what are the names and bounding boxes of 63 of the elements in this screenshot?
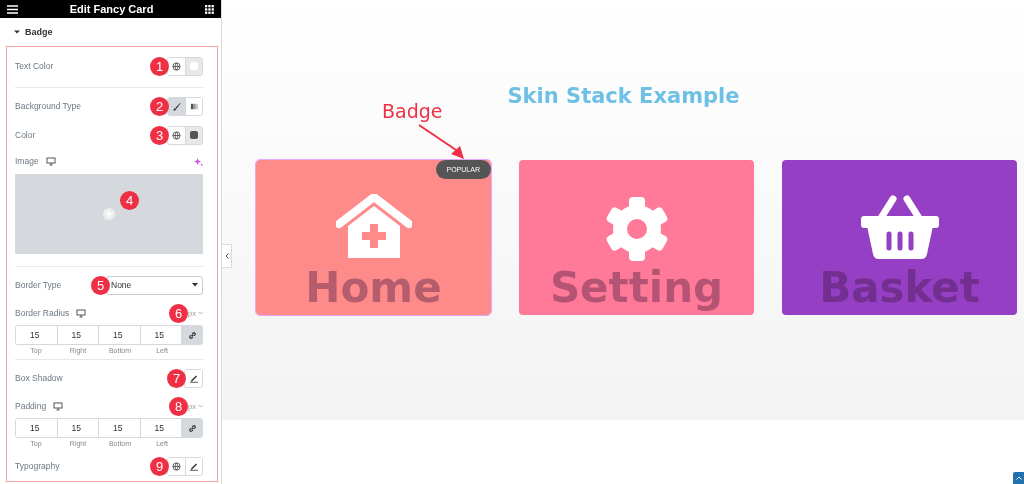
annotation-arrow — [418, 124, 466, 160]
page-heading: Skin Stack Example — [506, 84, 741, 108]
control-label: Image — [15, 156, 39, 166]
edit-button[interactable] — [185, 457, 202, 475]
globe-icon — [172, 130, 181, 140]
link-icon — [187, 423, 197, 433]
brush-icon — [172, 101, 181, 111]
control-label: Background Type — [15, 101, 81, 111]
globe-icon — [172, 461, 181, 471]
monitor-icon — [53, 401, 64, 411]
color-swatch[interactable] — [185, 57, 202, 75]
collapse-handle[interactable] — [222, 244, 232, 268]
control-label: Color — [15, 130, 36, 140]
panel-title: Edit Fancy Card — [69, 3, 154, 15]
monitor-icon — [45, 156, 56, 166]
callout-number: 7 — [167, 368, 186, 388]
control-label: Text Color — [15, 61, 54, 71]
gradient-option[interactable] — [185, 97, 202, 115]
select-field[interactable]: None — [106, 275, 203, 295]
caret-icon[interactable] — [14, 29, 20, 35]
card-title: Setting — [549, 267, 724, 309]
brush-option[interactable] — [168, 97, 185, 115]
edit-button[interactable] — [185, 369, 202, 387]
link-button[interactable] — [182, 419, 202, 437]
callout-number: 4 — [120, 191, 139, 210]
gradient-icon — [189, 101, 199, 111]
image-placeholder[interactable]: 4 — [15, 174, 203, 254]
caret-icon — [192, 283, 198, 287]
house-icon — [335, 194, 412, 260]
callout-number: 3 — [150, 125, 169, 145]
control-label: Box Shadow — [15, 373, 63, 383]
control-label: Padding — [15, 401, 47, 411]
basket-icon — [858, 194, 941, 260]
link-icon — [187, 330, 197, 340]
link-button[interactable] — [182, 326, 202, 344]
control-label: Border Type — [15, 280, 62, 290]
globe-icon — [172, 61, 181, 71]
callout-number: 9 — [150, 456, 169, 476]
callout-number: 2 — [150, 96, 169, 116]
pencil-icon — [189, 461, 199, 471]
color-swatch[interactable] — [185, 126, 202, 144]
annotation-label: Badge — [382, 100, 443, 122]
chevron-icon — [1016, 476, 1022, 480]
control-label: Typography — [15, 461, 60, 471]
callout-number: 1 — [150, 56, 169, 76]
chevron-icon — [198, 404, 203, 408]
number-field[interactable]: 15 — [16, 419, 58, 437]
chevron-icon — [224, 253, 229, 259]
card-title: Home — [305, 267, 442, 309]
chevron-icon — [198, 311, 203, 315]
pencil-icon — [188, 373, 199, 383]
menu-icon[interactable] — [7, 4, 18, 14]
number-field[interactable]: 15 — [16, 326, 58, 344]
callout-number: 5 — [91, 275, 110, 295]
section-title[interactable]: Badge — [25, 27, 53, 37]
sparkle-icon[interactable] — [194, 156, 203, 166]
corner-button[interactable] — [1013, 472, 1024, 484]
plus-icon — [105, 210, 113, 218]
callout-number: 6 — [169, 303, 189, 323]
monitor-icon — [76, 308, 87, 318]
control-label: Border Radius — [15, 308, 70, 318]
callout-number: 8 — [169, 396, 189, 416]
grid-icon[interactable] — [205, 4, 214, 14]
